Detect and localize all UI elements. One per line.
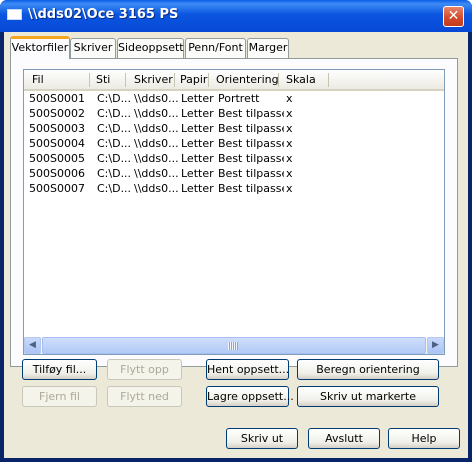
table-cell: Best tilpasset <box>218 182 284 195</box>
table-cell: 500S0004 <box>29 137 85 150</box>
dialog-window: \\dds02\Oce 3165 PS ✕ Vektorfiler Skrive… <box>0 0 472 462</box>
add-file-button[interactable]: Tilføy fil... <box>22 359 97 380</box>
table-row[interactable]: 500S0005 C:\D... \\dds0... Letter Best tilpa… <box>24 151 444 166</box>
table-cell: \\dds0... <box>134 167 178 180</box>
table-cell: C:\D... <box>97 167 131 180</box>
table-cell: Best tilpasset <box>218 137 284 150</box>
table-row[interactable]: 500S0001 C:\D... \\dds0... Letter Portrett x <box>24 91 444 106</box>
table-cell: x <box>286 152 293 165</box>
column-header-orientering[interactable]: Orientering <box>212 70 278 89</box>
horizontal-scrollbar[interactable]: ◀ ▶ <box>24 337 444 354</box>
column-header-fil[interactable]: Fil <box>28 70 90 89</box>
window-title: \\dds02\Oce 3165 PS <box>28 7 179 22</box>
table-cell: Letter <box>181 107 214 120</box>
table-cell: Letter <box>181 182 214 195</box>
calculate-orientation-button[interactable]: Beregn orientering <box>297 359 439 380</box>
table-cell: \\dds0... <box>134 122 178 135</box>
table-row[interactable]: 500S0004 C:\D... \\dds0... Letter Best tilpa… <box>24 136 444 151</box>
table-cell: \\dds0... <box>134 137 178 150</box>
table-cell: \\dds0... <box>134 182 178 195</box>
scroll-left-button[interactable]: ◀ <box>24 337 41 354</box>
table-cell: 500S0001 <box>29 92 85 105</box>
table-cell: 500S0002 <box>29 107 85 120</box>
tab-vektorfiler[interactable]: Vektorfiler <box>10 36 70 59</box>
table-cell: C:\D... <box>97 92 131 105</box>
move-down-button[interactable]: Flytt ned <box>107 386 182 407</box>
move-up-button[interactable]: Flytt opp <box>107 359 182 380</box>
table-cell: C:\D... <box>97 137 131 150</box>
load-setup-button[interactable]: Hent oppsett... <box>206 359 289 380</box>
table-cell: x <box>286 167 293 180</box>
window-icon <box>7 9 22 20</box>
table-cell: x <box>286 92 293 105</box>
save-setup-button[interactable]: Lagre oppsett... <box>206 386 294 407</box>
quit-button[interactable]: Avslutt <box>308 428 380 449</box>
table-cell: Letter <box>181 137 214 150</box>
table-cell: Best tilpasset <box>218 152 284 165</box>
column-header-sti[interactable]: Sti <box>92 70 126 89</box>
column-divider[interactable] <box>278 73 279 87</box>
table-row[interactable]: 500S0006 C:\D... \\dds0... Letter Best tilpa… <box>24 166 444 181</box>
grip-icon <box>228 342 238 350</box>
table-cell: Letter <box>181 167 214 180</box>
column-divider[interactable] <box>328 73 329 87</box>
print-button[interactable]: Skriv ut <box>226 428 298 449</box>
table-cell: 500S0006 <box>29 167 85 180</box>
table-cell: \\dds0... <box>134 152 178 165</box>
close-button[interactable]: ✕ <box>443 6 464 27</box>
table-row[interactable]: 500S0007 C:\D... \\dds0... Letter Best tilpa… <box>24 181 444 196</box>
table-cell: x <box>286 182 293 195</box>
column-divider[interactable] <box>125 73 126 87</box>
column-header-skriver[interactable]: Skriver <box>130 70 174 89</box>
tab-sideoppsett[interactable]: Sideoppsett <box>117 38 184 58</box>
column-header-papir[interactable]: Papir <box>176 70 208 89</box>
table-cell: C:\D... <box>97 122 131 135</box>
table-cell: x <box>286 137 293 150</box>
table-cell: \\dds0... <box>134 92 178 105</box>
scroll-thumb[interactable] <box>42 337 426 354</box>
column-divider[interactable] <box>89 73 90 87</box>
table-cell: C:\D... <box>97 152 131 165</box>
table-cell: Best tilpasset <box>218 122 284 135</box>
table-cell: x <box>286 107 293 120</box>
table-cell: \\dds0... <box>134 107 178 120</box>
list-header: Fil Sti Skriver Papir Orientering Skala <box>24 70 444 91</box>
dialog-body: Vektorfiler Skriver Sideoppsett Penn/Fon… <box>4 32 468 458</box>
table-cell: C:\D... <box>97 182 131 195</box>
table-cell: Letter <box>181 122 214 135</box>
tab-skriver[interactable]: Skriver <box>70 38 116 58</box>
table-cell: 500S0007 <box>29 182 85 195</box>
file-list[interactable]: Fil Sti Skriver Papir Orientering Skala … <box>23 69 445 355</box>
column-divider[interactable] <box>174 73 175 87</box>
table-cell: Portrett <box>218 92 260 105</box>
remove-file-button[interactable]: Fjern fil <box>22 386 97 407</box>
table-cell: Letter <box>181 152 214 165</box>
table-cell: 500S0005 <box>29 152 85 165</box>
column-header-skala[interactable]: Skala <box>282 70 328 89</box>
table-row[interactable]: 500S0003 C:\D... \\dds0... Letter Best tilpa… <box>24 121 444 136</box>
column-divider[interactable] <box>208 73 209 87</box>
table-cell: x <box>286 122 293 135</box>
table-cell: Best tilpasset <box>218 167 284 180</box>
table-cell: C:\D... <box>97 107 131 120</box>
tab-panel-vektorfiler: Fil Sti Skriver Papir Orientering Skala … <box>10 58 458 367</box>
tab-penn-font[interactable]: Penn/Font <box>185 38 246 58</box>
scroll-right-button[interactable]: ▶ <box>427 337 444 354</box>
table-row[interactable]: 500S0002 C:\D... \\dds0... Letter Best tilpa… <box>24 106 444 121</box>
help-button[interactable]: Help <box>388 428 460 449</box>
table-cell: Letter <box>181 92 214 105</box>
tab-marger[interactable]: Marger <box>247 38 289 58</box>
print-selected-button[interactable]: Skriv ut markerte <box>297 386 439 407</box>
table-cell: Best tilpasset <box>218 107 284 120</box>
table-cell: 500S0003 <box>29 122 85 135</box>
title-bar[interactable]: \\dds02\Oce 3165 PS ✕ <box>0 0 472 32</box>
